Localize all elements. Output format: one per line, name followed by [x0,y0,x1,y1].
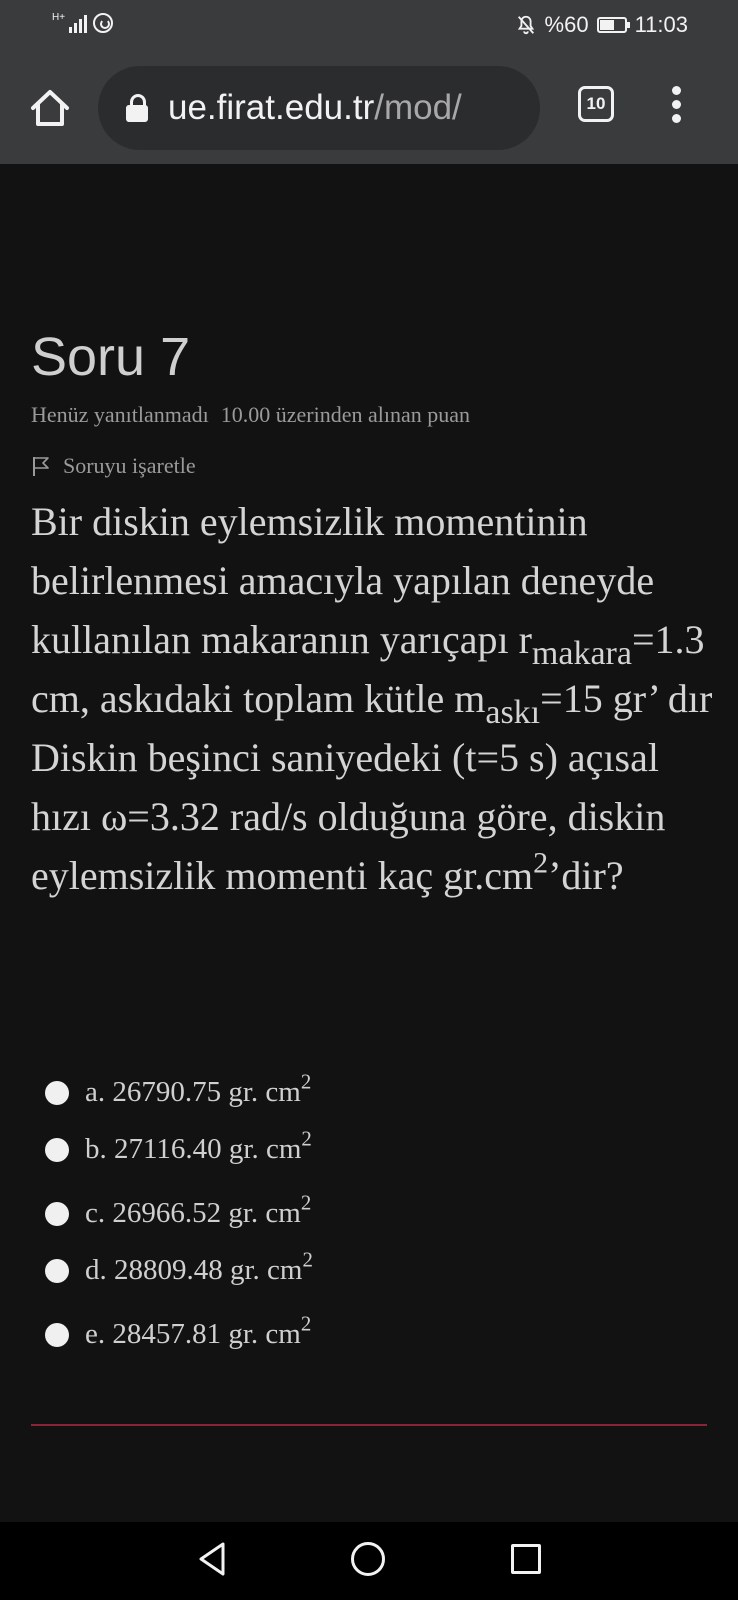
back-icon[interactable] [196,1540,228,1578]
flag-label: Soruyu işaretle [63,453,196,478]
bell-off-icon [517,15,534,35]
radio-button[interactable] [45,1322,69,1347]
whatsapp-icon [93,13,114,33]
answer-label: c. 26966.52 gr. cm2 [85,1190,312,1229]
tab-switcher-button[interactable]: 10 [578,86,614,122]
battery-fill [599,20,614,30]
url-host: ue.firat.edu.tr [168,88,375,127]
home-circle-icon[interactable] [351,1542,385,1576]
question-points: 10.00 üzerinden alınan puan [220,402,471,427]
network-type: H+ [52,12,66,23]
question-text: Bir diskin eylemsizlik momentinin belirl… [31,499,713,898]
url-path: /mod/ [374,88,462,127]
status-bar: H+ %60 11:03 [0,0,738,52]
recent-apps-icon[interactable] [511,1544,541,1574]
battery-percent: %60 [544,12,589,37]
browser-toolbar: ue.firat.edu.tr/mod/ 10 [0,52,738,164]
answer-option-c[interactable]: c. 26966.52 gr. cm2 [45,1190,312,1230]
answer-status: Henüz yanıtlanmadı [31,402,209,427]
answer-option-b[interactable]: b. 27116.40 gr. cm2 [45,1126,312,1166]
answer-option-e[interactable]: e. 28457.81 gr. cm2 [45,1311,312,1351]
radio-button[interactable] [45,1137,69,1162]
radio-button[interactable] [45,1201,69,1226]
address-bar[interactable]: ue.firat.edu.tr/mod/ [98,66,540,150]
answer-option-d[interactable]: d. 28809.48 gr. cm2 [45,1247,313,1287]
answer-label: d. 28809.48 gr. cm2 [85,1247,313,1286]
clock: 11:03 [634,12,688,37]
answer-label: a. 26790.75 gr. cm2 [85,1069,312,1108]
signal-icon: H+ [52,12,88,33]
lock-icon [126,94,148,122]
flag-icon [33,457,49,476]
system-nav-bar [0,1522,738,1600]
answer-label: e. 28457.81 gr. cm2 [85,1311,312,1350]
quiz-content: Soru 7 Henüz yanıtlanmadı 10.00 üzerinden… [0,164,738,1524]
radio-button[interactable] [45,1258,69,1283]
more-vert-icon[interactable] [670,86,682,126]
battery-icon [596,17,630,33]
status-right: %60 11:03 [515,12,688,38]
answer-label: b. 27116.40 gr. cm2 [85,1126,312,1165]
question-info: Henüz yanıtlanmadı 10.00 üzerinden alınan… [31,402,470,428]
flag-question-link[interactable]: Soruyu işaretle [31,453,196,479]
answer-option-a[interactable]: a. 26790.75 gr. cm2 [45,1069,312,1109]
question-title: Soru 7 [31,327,191,387]
divider [31,1424,707,1426]
radio-button[interactable] [45,1080,69,1105]
home-icon[interactable] [28,86,72,130]
status-left: H+ [52,12,114,33]
